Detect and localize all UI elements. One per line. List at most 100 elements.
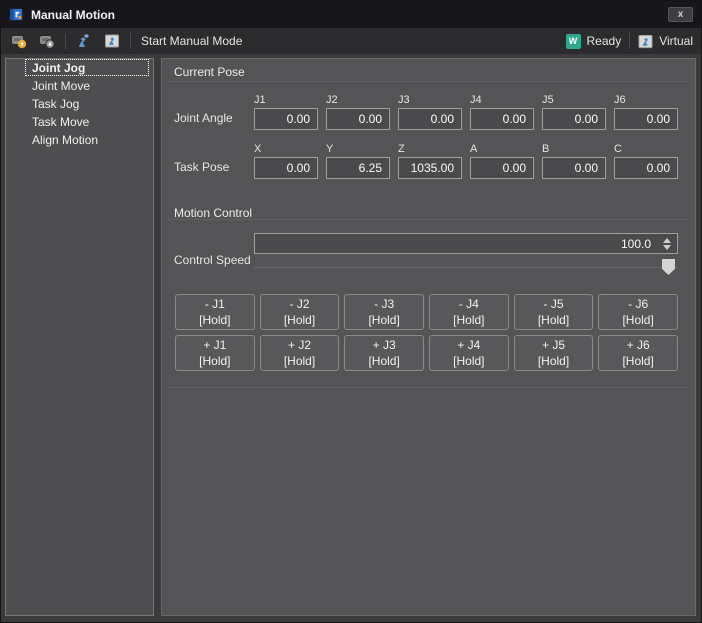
toolbar-separator [65,33,66,49]
virtual-mode-icon [638,34,653,49]
field-label-j2: J2 [326,95,390,106]
a-field[interactable]: 0.00 [470,157,534,179]
a-value: 0.00 [503,161,526,175]
spinner-down-icon[interactable] [663,245,671,250]
b-field[interactable]: 0.00 [542,157,606,179]
minus-j4-hold-button[interactable]: - J4[Hold] [429,294,509,330]
j4-value: 0.00 [503,112,526,126]
manual-motion-window: Manual Motion x [0,0,702,623]
hold-label: [Hold] [345,353,423,369]
current-pose-title: Current Pose [174,65,245,79]
joint-angle-fields: J10.00 J20.00 J30.00 J40.00 J50.00 J60.0… [254,95,678,130]
hold-label: [Hold] [261,312,339,328]
spinner-up-icon[interactable] [663,238,671,243]
ready-status-label: Ready [587,34,622,48]
control-speed-label: Control Speed [174,253,251,267]
hold-label: [Hold] [176,312,254,328]
slider-track [254,267,678,268]
jog-label: - J2 [261,296,339,312]
j2-field[interactable]: 0.00 [326,108,390,130]
field-label-z: Z [398,144,462,155]
start-manual-mode-button[interactable]: Start Manual Mode [141,34,242,48]
field-label-j1: J1 [254,95,318,106]
y-field[interactable]: 6.25 [326,157,390,179]
group-separator [168,219,689,220]
virtual-robot-icon [104,33,120,49]
c-field[interactable]: 0.00 [614,157,678,179]
slider-thumb[interactable] [662,259,675,275]
jog-label: + J3 [345,337,423,353]
sidebar-item-joint-jog[interactable]: Joint Jog [6,59,153,77]
b-value: 0.00 [575,161,598,175]
minus-j6-hold-button[interactable]: - J6[Hold] [598,294,678,330]
j3-value: 0.00 [431,112,454,126]
plus-j1-hold-button[interactable]: + J1[Hold] [175,335,255,371]
sidebar-item-joint-move[interactable]: Joint Move [6,77,153,95]
hold-label: [Hold] [430,353,508,369]
jog-label: - J3 [345,296,423,312]
spinner-arrows [661,236,673,252]
j3-field[interactable]: 0.00 [398,108,462,130]
j1-field[interactable]: 0.00 [254,108,318,130]
j6-value: 0.00 [647,112,670,126]
field-label-c: C [614,144,678,155]
hold-label: [Hold] [345,312,423,328]
motion-mode-list: Joint Jog Joint Move Task Jog Task Move … [5,58,154,616]
j4-field[interactable]: 0.00 [470,108,534,130]
field-label-y: Y [326,144,390,155]
jog-label: + J4 [430,337,508,353]
robot-sync-icon [39,33,55,49]
close-button[interactable]: x [668,7,693,22]
jog-buttons: - J1[Hold] - J2[Hold] - J3[Hold] - J4[Ho… [175,294,678,371]
j1-value: 0.00 [287,112,310,126]
plus-j2-hold-button[interactable]: + J2[Hold] [260,335,340,371]
jog-label: - J5 [515,296,593,312]
app-icon [9,7,24,22]
toolbar: Start Manual Mode W Ready Virtual [1,28,701,54]
plus-j3-hold-button[interactable]: + J3[Hold] [344,335,424,371]
hold-label: [Hold] [261,353,339,369]
jog-label: - J6 [599,296,677,312]
hold-label: [Hold] [176,353,254,369]
z-value: 1035.00 [411,161,454,175]
minus-j2-hold-button[interactable]: - J2[Hold] [260,294,340,330]
field-label-b: B [542,144,606,155]
plus-j5-hold-button[interactable]: + J5[Hold] [514,335,594,371]
main-area: Joint Jog Joint Move Task Jog Task Move … [1,54,701,622]
hold-label: [Hold] [515,353,593,369]
control-speed-spinner[interactable]: 100.0 [254,233,678,254]
jog-label: + J2 [261,337,339,353]
motion-control-title: Motion Control [174,206,252,220]
hold-label: [Hold] [599,312,677,328]
minus-j1-hold-button[interactable]: - J1[Hold] [175,294,255,330]
j6-field[interactable]: 0.00 [614,108,678,130]
ready-badge-icon: W [566,34,581,49]
virtual-robot-button[interactable] [102,31,122,51]
robot-add-icon [11,33,27,49]
j5-value: 0.00 [575,112,598,126]
field-label-j6: J6 [614,95,678,106]
plus-j6-hold-button[interactable]: + J6[Hold] [598,335,678,371]
sidebar-item-task-jog[interactable]: Task Jog [6,95,153,113]
control-speed-value: 100.0 [621,237,651,251]
x-field[interactable]: 0.00 [254,157,318,179]
z-field[interactable]: 1035.00 [398,157,462,179]
plus-j4-hold-button[interactable]: + J4[Hold] [429,335,509,371]
robot-add-button[interactable] [9,31,29,51]
jog-label: + J1 [176,337,254,353]
y-value: 6.25 [359,161,382,175]
hold-label: [Hold] [599,353,677,369]
robot-arm-button[interactable] [74,31,94,51]
minus-j3-hold-button[interactable]: - J3[Hold] [344,294,424,330]
j5-field[interactable]: 0.00 [542,108,606,130]
field-label-j5: J5 [542,95,606,106]
jog-label: + J5 [515,337,593,353]
field-label-j4: J4 [470,95,534,106]
virtual-status-label: Virtual [659,34,693,48]
robot-sync-button[interactable] [37,31,57,51]
toolbar-separator [629,33,630,49]
minus-j5-hold-button[interactable]: - J5[Hold] [514,294,594,330]
sidebar-item-align-motion[interactable]: Align Motion [6,131,153,149]
sidebar-item-task-move[interactable]: Task Move [6,113,153,131]
control-speed-slider[interactable] [254,259,678,277]
